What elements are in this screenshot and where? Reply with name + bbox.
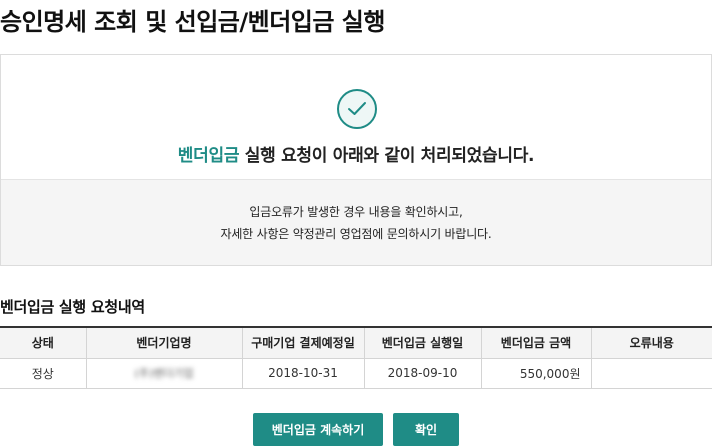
result-message-text: 실행 요청이 아래와 같이 처리되었습니다. <box>239 146 535 166</box>
confirm-button[interactable]: 확인 <box>393 413 459 446</box>
check-circle-icon <box>337 89 377 129</box>
cell-due-date: 2018-10-31 <box>242 358 365 389</box>
table-header-row: 상태 벤더기업명 구매기업 결제예정일 벤더입금 실행일 벤더입금 금액 오류내… <box>0 327 712 359</box>
cell-exec-date: 2018-09-10 <box>364 358 482 389</box>
cell-status: 정상 <box>0 358 87 389</box>
section-title: 벤더입금 실행 요청내역 <box>0 298 145 316</box>
vendor-name-blurred: (주)밴더기업 <box>134 367 194 380</box>
result-notice: 입금오류가 발생한 경우 내용을 확인하시고, 자세한 사항은 약정관리 영업점… <box>1 179 711 265</box>
cell-amount: 550,000원 <box>481 358 592 389</box>
header-vendor-name: 벤더기업명 <box>86 327 243 359</box>
cell-error <box>591 358 712 389</box>
result-message: 벤더입금 실행 요청이 아래와 같이 처리되었습니다. <box>1 141 711 166</box>
result-header: 벤더입금 실행 요청이 아래와 같이 처리되었습니다. <box>1 55 711 179</box>
cell-vendor-name: (주)밴더기업 <box>86 358 243 389</box>
table-row: 정상 (주)밴더기업 2018-10-31 2018-09-10 550,000… <box>0 358 712 389</box>
notice-line-2: 자세한 사항은 약정관리 영업점에 문의하시기 바랍니다. <box>220 226 492 241</box>
header-amount: 벤더입금 금액 <box>481 327 592 359</box>
result-message-accent: 벤더입금 <box>177 146 240 166</box>
header-status: 상태 <box>0 327 87 359</box>
result-panel: 벤더입금 실행 요청이 아래와 같이 처리되었습니다. 입금오류가 발생한 경우… <box>0 54 712 266</box>
continue-vendor-deposit-button[interactable]: 벤더입금 계속하기 <box>253 413 383 446</box>
request-table: 상태 벤더기업명 구매기업 결제예정일 벤더입금 실행일 벤더입금 금액 오류내… <box>0 326 712 389</box>
header-exec-date: 벤더입금 실행일 <box>364 327 482 359</box>
header-error: 오류내용 <box>591 327 712 359</box>
header-due-date: 구매기업 결제예정일 <box>242 327 365 359</box>
notice-line-1: 입금오류가 발생한 경우 내용을 확인하시고, <box>249 204 463 219</box>
page-title: 승인명세 조회 및 선입금/벤더입금 실행 <box>0 8 385 36</box>
